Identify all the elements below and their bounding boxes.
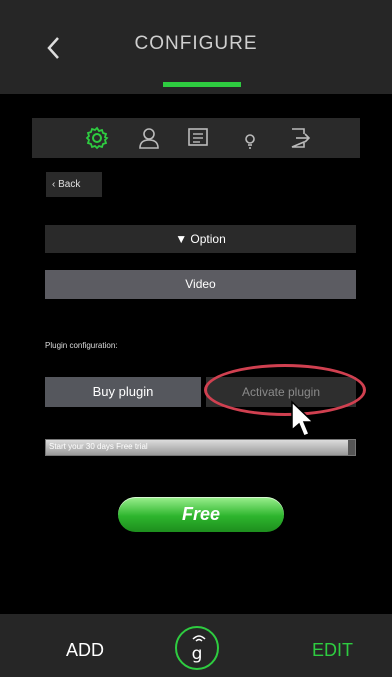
chevron-left-icon: ‹	[52, 179, 56, 190]
plugin-config-label: Plugin configuration:	[45, 341, 118, 350]
wifi-icon	[192, 635, 206, 642]
buy-plugin-button[interactable]: Buy plugin	[45, 377, 201, 407]
edit-button[interactable]: EDIT	[312, 640, 353, 661]
icon-toolbar	[32, 118, 360, 158]
highlight-ellipse	[204, 364, 366, 416]
gear-icon[interactable]	[84, 125, 110, 151]
video-item[interactable]: Video	[45, 270, 356, 299]
free-trial-text: Start your 30 days Free trial	[49, 442, 148, 451]
exit-icon[interactable]	[286, 125, 312, 151]
logo-button[interactable]: g	[175, 626, 219, 670]
back-button[interactable]: ‹ Back	[46, 172, 102, 197]
header-bar: CONFIGURE	[0, 0, 392, 94]
option-dropdown[interactable]: ▼ Option	[45, 225, 356, 253]
title-underline	[163, 82, 241, 87]
lightbulb-icon[interactable]	[237, 125, 263, 151]
mouse-cursor-icon	[291, 400, 315, 437]
logo-letter: g	[191, 644, 203, 664]
trial-bar-endcap	[348, 440, 355, 455]
bottom-bar: ADD g EDIT	[0, 614, 392, 677]
list-icon[interactable]	[185, 125, 211, 151]
back-button-label: Back	[58, 179, 81, 190]
add-button[interactable]: ADD	[66, 640, 104, 661]
user-icon[interactable]	[136, 125, 162, 151]
page-title: CONFIGURE	[134, 33, 258, 54]
free-button[interactable]: Free	[118, 497, 284, 532]
